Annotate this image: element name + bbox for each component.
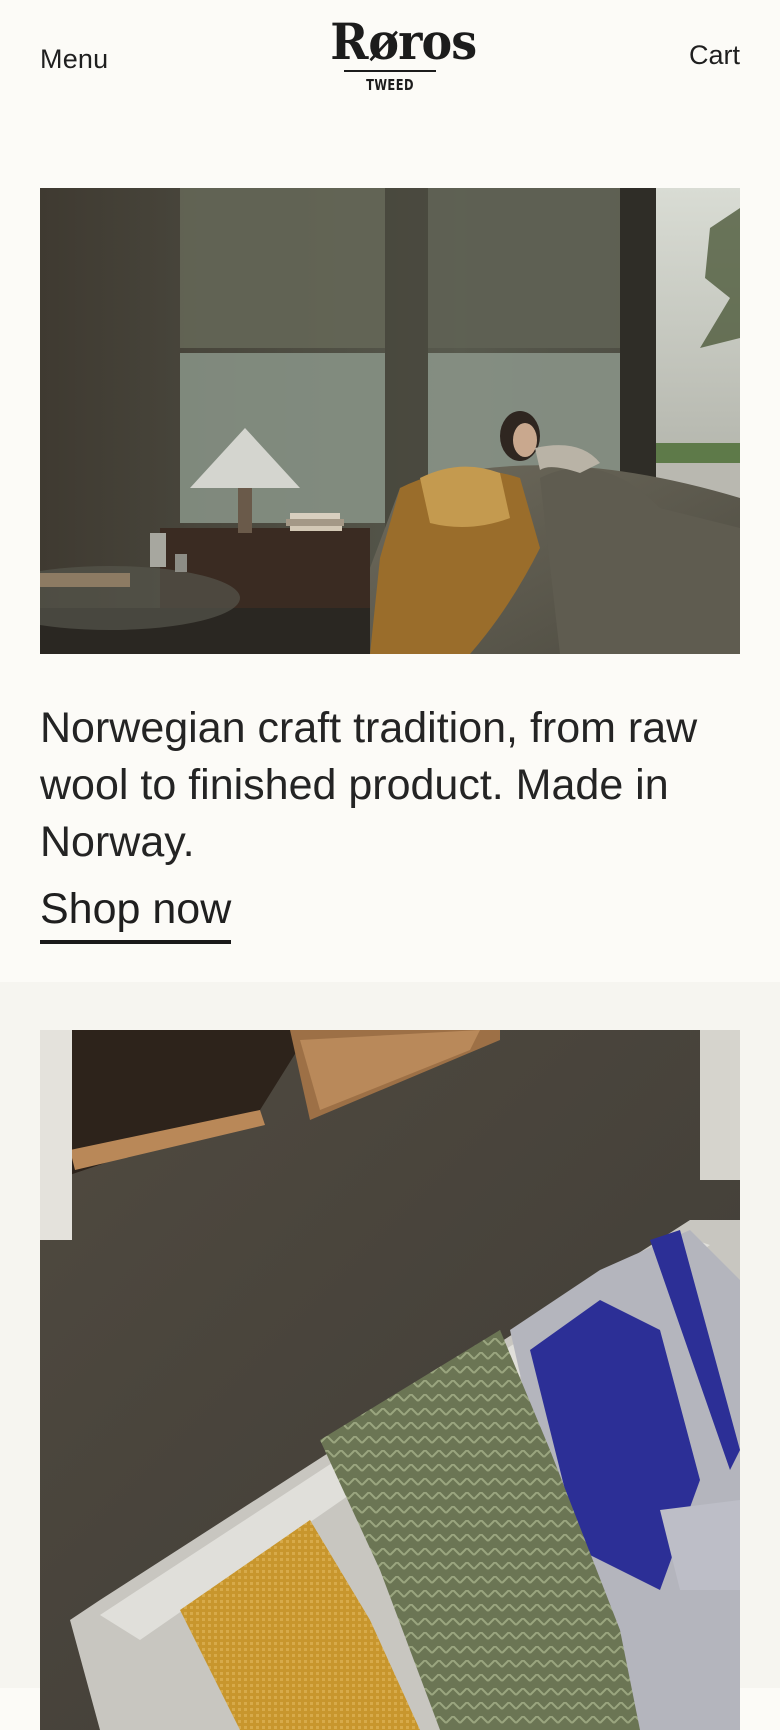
collection-section [0, 982, 780, 1730]
living-room-photo [40, 188, 740, 654]
hero-image [40, 188, 740, 654]
site-header: Menu Røros TWEED Cart [0, 0, 780, 120]
collection-image [40, 1030, 740, 1730]
shop-now-link[interactable]: Shop now [40, 884, 232, 944]
logo-wordmark: Røros [330, 12, 477, 71]
menu-button[interactable]: Menu [40, 44, 108, 75]
logo-subtitle: TWEED [366, 76, 414, 94]
cart-button[interactable]: Cart [689, 40, 740, 71]
logo[interactable]: Røros TWEED [325, 12, 477, 98]
hero-tagline: Norwegian craft tradition, from raw wool… [40, 704, 698, 866]
blankets-photo [40, 1030, 740, 1730]
